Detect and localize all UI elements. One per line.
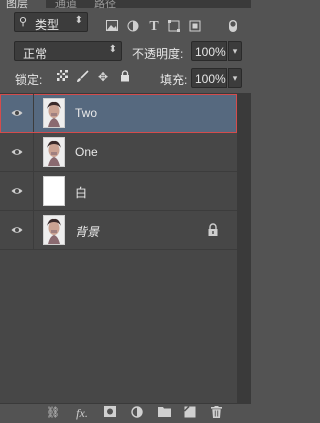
layer-name: Two	[75, 106, 98, 120]
fill-dropdown-button[interactable]: ▾	[228, 68, 242, 88]
visibility-toggle[interactable]	[0, 94, 34, 132]
layer-thumbnail	[43, 98, 65, 128]
filter-toggle-icon[interactable]	[226, 20, 240, 34]
link-layers-icon[interactable]: ⛓	[46, 406, 60, 420]
layer-thumbnail	[43, 215, 65, 245]
fill-field[interactable]: 100%	[191, 68, 227, 88]
fill-value: 100%	[195, 72, 226, 86]
eye-icon	[11, 149, 23, 155]
image-filter-icon[interactable]	[105, 20, 119, 34]
layer-row-white[interactable]: 白	[0, 172, 237, 211]
lock-all-icon[interactable]	[118, 70, 132, 84]
opacity-label: 不透明度:	[132, 47, 184, 61]
bottom-toolbar: ⛓ fx.	[0, 403, 251, 423]
shape-filter-icon[interactable]	[167, 20, 181, 34]
filter-kind-label: 类型	[35, 18, 60, 32]
smart-object-filter-icon[interactable]	[188, 20, 202, 34]
lock-position-icon[interactable]: ✥	[96, 70, 110, 84]
layer-row-background[interactable]: 背景	[0, 211, 237, 250]
lock-label: 锁定:	[15, 73, 43, 87]
add-mask-icon[interactable]	[103, 406, 117, 420]
blend-mode-select[interactable]: 正常 ⬍	[14, 41, 122, 61]
visibility-toggle[interactable]	[0, 172, 34, 210]
new-group-icon[interactable]	[157, 406, 171, 420]
chevron-down-icon: ⬍	[108, 44, 117, 55]
opacity-value: 100%	[195, 45, 226, 59]
lock-pixels-icon[interactable]	[75, 70, 89, 84]
new-layer-icon[interactable]	[183, 405, 197, 420]
delete-layer-icon[interactable]	[209, 406, 223, 420]
visibility-toggle[interactable]	[0, 133, 34, 171]
panel-tabs: 图层 通道 路径	[0, 0, 251, 10]
eye-icon	[11, 110, 23, 116]
layer-thumbnail	[43, 137, 65, 167]
layer-row-one[interactable]: One	[0, 133, 237, 172]
layer-name: 白	[75, 186, 88, 200]
scrollbar[interactable]	[237, 93, 251, 403]
fill-label: 填充:	[160, 73, 188, 87]
blend-mode-value: 正常	[23, 47, 48, 61]
filter-row: ⚲ 类型 ⬍ T	[0, 8, 251, 38]
visibility-toggle[interactable]	[0, 211, 34, 249]
layer-thumbnail	[43, 176, 65, 206]
layer-name: One	[75, 145, 98, 159]
lock-icon	[208, 223, 218, 236]
eye-icon	[11, 227, 23, 233]
fx-icon[interactable]: fx.	[75, 406, 89, 420]
text-filter-icon[interactable]: T	[147, 20, 161, 34]
eye-icon	[11, 188, 23, 194]
chevron-down-icon: ⬍	[74, 15, 83, 26]
layers-list: Two One 白 背景	[0, 93, 237, 404]
opacity-field[interactable]: 100%	[191, 41, 227, 61]
opacity-dropdown-button[interactable]: ▾	[228, 41, 242, 61]
filter-kind-select[interactable]: ⚲ 类型 ⬍	[14, 12, 88, 32]
layer-name: 背景	[75, 225, 100, 239]
lock-transparent-icon[interactable]	[55, 70, 69, 84]
lock-row: 锁定: ✥ 填充: 100% ▾	[0, 66, 251, 90]
adjustment-layer-icon[interactable]	[130, 406, 144, 420]
blend-row: 正常 ⬍ 不透明度: 100% ▾	[0, 38, 251, 64]
adjustment-filter-icon[interactable]	[126, 20, 140, 34]
layer-row-two[interactable]: Two	[0, 94, 237, 133]
search-icon: ⚲	[19, 16, 28, 28]
